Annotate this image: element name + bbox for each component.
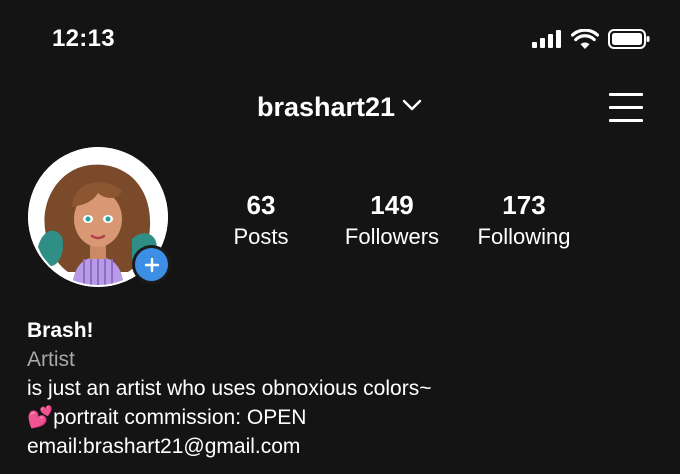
display-name: Brash! (27, 319, 94, 342)
category-label: Artist (27, 348, 75, 371)
bio-line-2-text: portrait commission: OPEN (53, 406, 307, 429)
chevron-down-icon[interactable] (401, 98, 423, 117)
stat-posts[interactable]: 63 Posts (222, 190, 300, 252)
two-hearts-icon: 💕 (27, 406, 54, 429)
add-story-button[interactable] (132, 245, 171, 284)
plus-icon[interactable] (135, 248, 168, 281)
status-icons (532, 29, 650, 49)
status-time: 12:13 (52, 25, 115, 52)
wifi-icon (571, 29, 599, 49)
followers-label: Followers (344, 224, 440, 249)
username[interactable]: brashart21 (257, 92, 395, 123)
bio-email-link[interactable]: email:brashart21@gmail.com (27, 432, 431, 461)
hamburger-menu-icon[interactable] (609, 93, 643, 123)
bio-line-2: 💕portrait commission: OPEN (27, 403, 431, 432)
profile-bio: Brash! Artist is just an artist who uses… (27, 316, 431, 461)
stat-following[interactable]: 173 Following (468, 190, 580, 252)
followers-count: 149 (370, 190, 414, 220)
stat-followers[interactable]: 149 Followers (336, 190, 448, 252)
posts-label: Posts (233, 224, 289, 249)
account-switcher[interactable]: brashart21 (0, 92, 680, 123)
battery-icon (608, 29, 650, 49)
following-count: 173 (502, 190, 546, 220)
posts-count: 63 (246, 190, 276, 220)
following-label: Following (477, 224, 571, 249)
cellular-signal-icon (532, 30, 562, 48)
bio-line-1: is just an artist who uses obnoxious col… (27, 377, 432, 400)
